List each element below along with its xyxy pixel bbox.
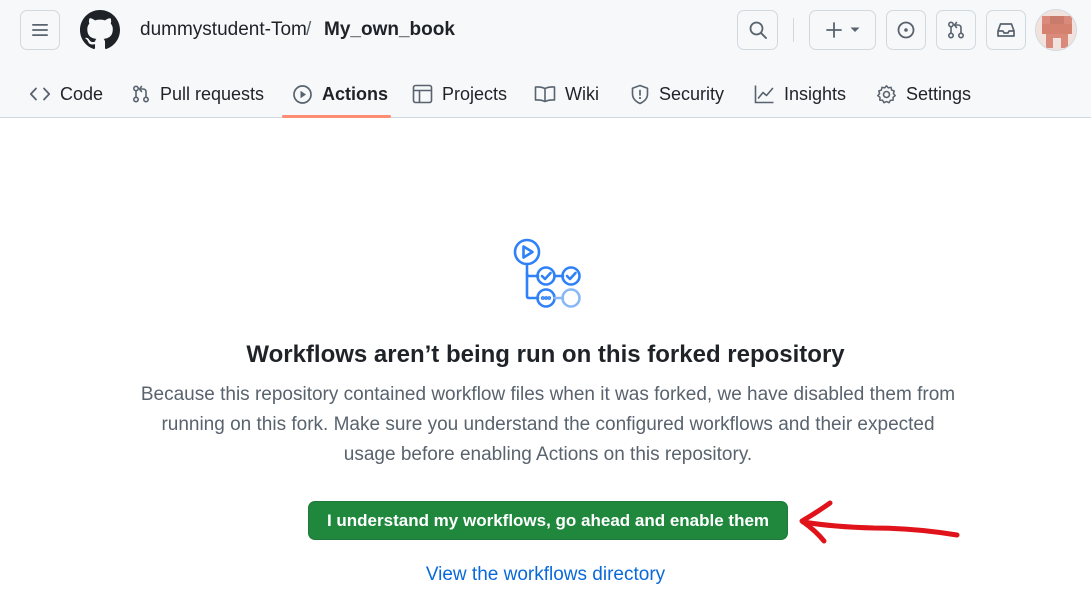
breadcrumb-owner[interactable]: dummystudent-Tom bbox=[140, 18, 307, 42]
code-icon bbox=[29, 87, 51, 101]
identicon-avatar-icon bbox=[1036, 10, 1076, 50]
blankslate-title: Workflows aren’t being run on this forke… bbox=[246, 341, 845, 368]
tab-label: Projects bbox=[442, 83, 508, 104]
tab-pull-requests[interactable]: Pull requests bbox=[131, 70, 264, 118]
blankslate-description: Because this repository contained workfl… bbox=[115, 380, 981, 470]
play-icon bbox=[293, 84, 312, 104]
plus-icon bbox=[825, 22, 842, 38]
tab-security[interactable]: Security bbox=[630, 70, 724, 118]
shield-icon bbox=[631, 84, 649, 104]
inbox-icon bbox=[997, 23, 1015, 37]
hamburger-icon bbox=[32, 24, 48, 36]
tab-code[interactable]: Code bbox=[29, 70, 103, 118]
git-pull-request-icon bbox=[947, 21, 965, 39]
tab-label: Security bbox=[659, 83, 725, 104]
issue-opened-icon bbox=[897, 21, 915, 39]
gear-icon bbox=[877, 84, 896, 103]
tab-label: Code bbox=[60, 83, 104, 104]
create-new-button[interactable] bbox=[809, 10, 876, 50]
description-line: usage before enabling Actions on this re… bbox=[343, 444, 753, 465]
view-workflows-link-row: View the workflows directory bbox=[0, 564, 1091, 586]
repo-nav-tabs: Code Pull requests Actions Projects Wiki… bbox=[0, 70, 1091, 118]
tab-label: Wiki bbox=[565, 83, 599, 104]
breadcrumb-repo[interactable]: My_own_book bbox=[324, 18, 455, 42]
github-logo-icon[interactable] bbox=[80, 10, 120, 50]
triangle-down-icon bbox=[850, 27, 859, 32]
enable-workflows-button[interactable]: I understand my workflows, go ahead and … bbox=[308, 501, 788, 540]
pull-requests-button[interactable] bbox=[936, 10, 976, 50]
tab-label: Pull requests bbox=[160, 83, 265, 104]
avatar[interactable] bbox=[1035, 9, 1077, 51]
inbox-button[interactable] bbox=[986, 10, 1026, 50]
workflow-icon bbox=[513, 238, 581, 308]
breadcrumb-separator: / bbox=[306, 19, 312, 40]
menu-button[interactable] bbox=[20, 10, 60, 50]
active-tab-indicator bbox=[282, 115, 391, 118]
book-icon bbox=[534, 86, 556, 103]
tab-settings[interactable]: Settings bbox=[876, 70, 971, 118]
description-line: Because this repository contained workfl… bbox=[140, 384, 956, 405]
git-pull-request-icon bbox=[132, 85, 150, 103]
description-line: running on this fork. Make sure you unde… bbox=[161, 414, 935, 435]
table-icon bbox=[412, 84, 433, 104]
tab-projects[interactable]: Projects bbox=[412, 70, 507, 118]
graph-icon bbox=[754, 85, 774, 104]
header-divider bbox=[793, 18, 794, 42]
tab-label: Insights bbox=[784, 83, 847, 104]
red-annotation-arrow-icon bbox=[799, 500, 960, 544]
tab-insights[interactable]: Insights bbox=[754, 70, 846, 118]
tab-label: Actions bbox=[322, 83, 389, 104]
issues-button[interactable] bbox=[886, 10, 926, 50]
view-workflows-directory-link[interactable]: View the workflows directory bbox=[426, 564, 665, 585]
tab-label: Settings bbox=[906, 83, 972, 104]
tab-actions[interactable]: Actions bbox=[292, 70, 388, 118]
search-button[interactable] bbox=[737, 10, 778, 50]
search-icon bbox=[749, 21, 767, 39]
tab-wiki[interactable]: Wiki bbox=[534, 70, 599, 118]
